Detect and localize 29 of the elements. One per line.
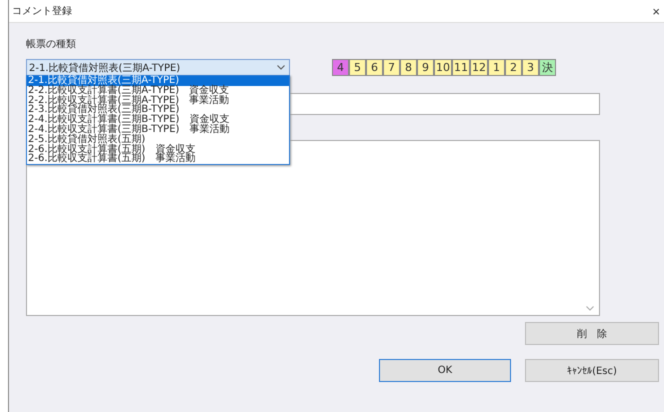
month-tab[interactable]: 8 [400,59,417,76]
dropdown-option[interactable]: 2-6.比較収支計算書(五期) 事業活動 [27,154,289,164]
window-title: コメント登録 [11,5,72,18]
dropdown-option[interactable]: 2-1.比較貸借対照表(三期A-TYPE) [27,76,289,86]
month-tab[interactable]: 5 [349,59,366,76]
dropdown-option[interactable]: 2-2.比較収支計算書(三期A-TYPE) 事業活動 [27,96,289,106]
cancel-button[interactable]: ｷｬﾝｾﾙ(Esc) [525,359,659,382]
month-tab[interactable]: 7 [383,59,400,76]
delete-button[interactable]: 削 除 [525,322,659,345]
month-tab[interactable]: 12 [470,59,488,76]
dropdown-option[interactable]: 2-4.比較収支計算書(三期B-TYPE) 資金収支 [27,115,289,125]
month-tab[interactable]: 3 [522,59,539,76]
chevron-down-icon [277,65,285,70]
month-tab[interactable]: 4 [332,59,349,76]
month-tab[interactable]: 9 [417,59,434,76]
form-type-label: 帳票の種類 [26,38,77,51]
month-tab[interactable]: 10 [434,59,452,76]
dropdown-option[interactable]: 2-6.比較収支計算書(五期) 資金収支 [27,144,289,154]
close-button[interactable]: × [648,4,664,18]
month-tab[interactable]: 11 [452,59,470,76]
month-tab[interactable]: 6 [366,59,383,76]
form-type-dropdown[interactable]: 2-1.比較貸借対照表(三期A-TYPE) [26,59,290,76]
dropdown-option[interactable]: 2-5.比較貸借対照表(五期) [27,134,289,145]
month-tab[interactable]: 1 [488,59,505,76]
dropdown-option[interactable]: 2-2.比較収支計算書(三期A-TYPE) 資金収支 [27,86,289,96]
ok-button[interactable]: OK [379,359,511,382]
month-tab[interactable]: 2 [505,59,522,76]
dropdown-option[interactable]: 2-4.比較収支計算書(三期B-TYPE) 事業活動 [27,124,289,135]
month-tab[interactable]: 決 [539,59,556,76]
